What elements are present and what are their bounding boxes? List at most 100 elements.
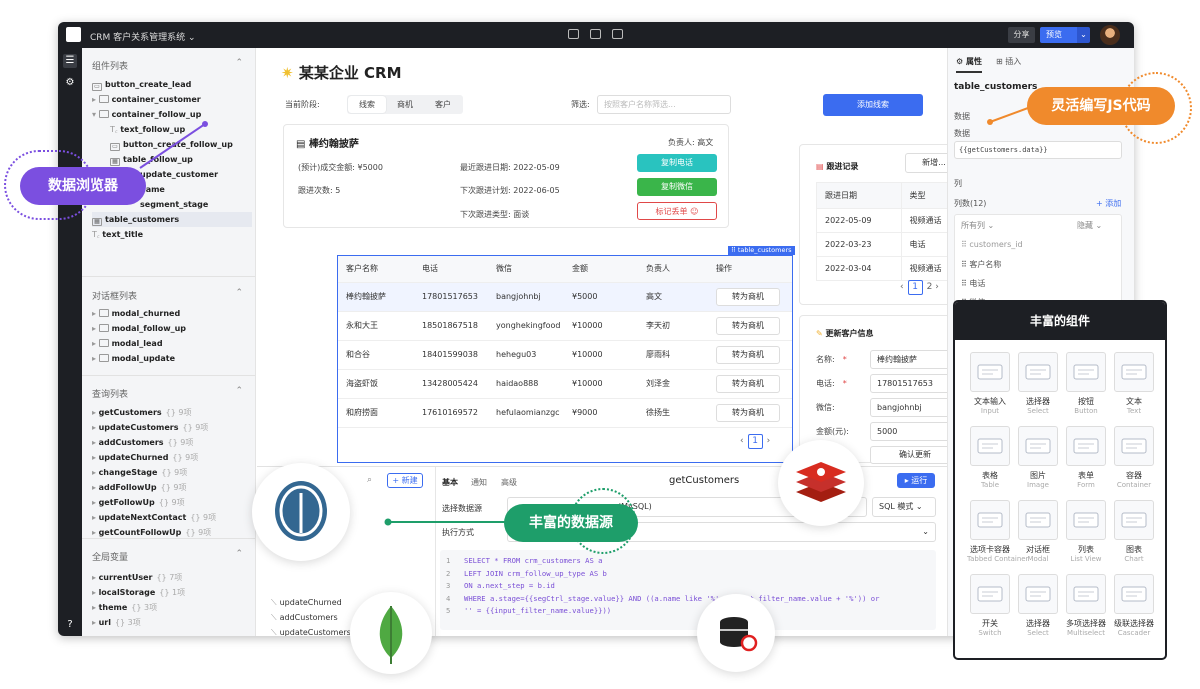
query-list-item[interactable]: ▸ updateNextContact{} 9项 [92,510,252,525]
global-var-item[interactable]: ▸ url{} 3项 [92,615,252,630]
tab-notify[interactable]: 通知 [471,477,487,488]
sql-mode-select[interactable]: SQL 模式 ⌄ [872,497,936,517]
table-row[interactable]: 棒约翰披萨 17801517653 bangjohnbj ¥5000 高文 转为商机 [338,282,792,312]
component-item[interactable]: 级联选择器 Cascader [1111,574,1157,637]
table-row[interactable]: 2022-05-09 视频通话 [816,208,965,233]
query-list-item[interactable]: ▸ addFollowUp{} 9项 [92,480,252,495]
tab-properties[interactable]: ⚙ 属性 [956,56,982,67]
column-item[interactable]: ⠿ 客户名称 [961,259,1001,270]
component-item[interactable]: 开关 Switch [967,574,1013,637]
table-row[interactable]: 永和大王 18501867518 yonghekingfood ¥10000 李天初 转为… [338,311,792,341]
collapse-icon[interactable]: ⌃ [235,288,243,298]
column-header[interactable]: 微信 [488,256,564,283]
table-pagination[interactable]: ‹ 1 › [740,434,770,449]
all-columns-select[interactable]: 所有列 ⌄ [961,220,994,231]
column-header[interactable]: 客户名称 [338,256,414,283]
component-item[interactable]: 选择器 Select [1015,352,1061,415]
gear-icon[interactable]: ⚙ [63,76,77,90]
tree-item[interactable]: ▦ table_customers [92,212,252,227]
table-row[interactable]: 海盗虾饭 13428005424 haidao888 ¥10000 刘泽金 转为商机 [338,369,792,399]
data-input[interactable]: {{getCustomers.data}} [954,141,1122,159]
column-item[interactable]: ⠿ 电话 [961,278,985,289]
tab-insert[interactable]: ⊞ 插入 [996,56,1021,67]
convert-button[interactable]: 转为商机 [716,345,780,364]
column-header[interactable]: 负责人 [638,256,708,283]
preview-dropdown-icon[interactable]: ⌄ [1077,27,1090,43]
query-list-item[interactable]: ▸ getCustomers{} 9项 [92,405,252,420]
layout-bottom-icon[interactable] [590,29,601,39]
table-customers[interactable]: 客户名称 电话 微信 金额 负责人 操作 棒约翰披萨 17801517653 bangjohnb… [337,255,793,463]
tree-item[interactable]: ▸ modal_follow_up [92,321,252,336]
query-list-item[interactable]: ▸ updateChurned{} 9项 [92,450,252,465]
table-row[interactable]: 和合谷 18401599038 hehegu03 ¥10000 廖雨科 转为商机 [338,340,792,370]
query-list-item[interactable]: ▸ updateCustomers{} 9项 [92,420,252,435]
tree-item[interactable]: ▸ container_customer [92,92,252,107]
avatar[interactable] [1100,25,1120,45]
component-item[interactable]: 对话框 Modal [1015,500,1061,563]
tree-item[interactable]: ▸ modal_update [92,351,252,366]
preview-button[interactable]: 预览 [1040,27,1077,43]
component-item[interactable]: 图表 Chart [1111,500,1157,563]
search-icon[interactable]: ⌕ [367,475,372,485]
new-query-button[interactable]: + 新建 [387,473,423,488]
global-var-item[interactable]: ▸ currentUser{} 7项 [92,570,252,585]
convert-button[interactable]: 转为商机 [716,403,780,422]
component-item[interactable]: 表格 Table [967,426,1013,489]
component-item[interactable]: 多项选择器 Multiselect [1063,574,1109,637]
component-item[interactable]: 文本 Text [1111,352,1157,415]
component-item[interactable]: 选择器 Select [1015,574,1061,637]
query-list-item[interactable]: ▸ changeStage{} 9项 [92,465,252,480]
tree-item[interactable]: ▭ button_create_lead [92,77,252,92]
convert-button[interactable]: 转为商机 [716,287,780,306]
help-icon[interactable]: ? [63,618,77,632]
tree-item[interactable]: ▸ modal_churned [92,306,252,321]
layout-right-icon[interactable] [612,29,623,39]
global-var-item[interactable]: ▸ localStorage{} 1项 [92,585,252,600]
component-item[interactable]: 表单 Form [1063,426,1109,489]
component-item[interactable]: 按钮 Button [1063,352,1109,415]
tab-customers[interactable]: 客户 [424,96,462,113]
add-column-button[interactable]: + 添加 [1096,198,1121,209]
query-item[interactable]: ⟍ updateCustomers [271,628,351,636]
tree-item[interactable]: ▸ modal_lead [92,336,252,351]
tree-item[interactable]: T꜀ text_title [92,227,252,242]
component-item[interactable]: 图片 Image [1015,426,1061,489]
app-logo-icon[interactable] [66,27,81,42]
component-item[interactable]: 容器 Container [1111,426,1157,489]
column-header[interactable]: 金额 [564,256,638,283]
table-row[interactable]: 2022-03-04 视频通话 [816,256,965,281]
sql-code-editor[interactable]: 1 SELECT * FROM crm_customers AS a 2 LEFT J… [440,550,936,630]
table-row[interactable]: 2022-03-23 电话 [816,232,965,257]
query-item[interactable]: ⟍ addCustomers [271,613,338,623]
global-var-item[interactable]: ▸ theme{} 3项 [92,600,252,615]
column-item[interactable]: ⠿ customers_id [961,240,1023,249]
share-button[interactable]: 分享 [1008,27,1035,43]
tab-basic[interactable]: 基本 [442,477,458,488]
query-list-item[interactable]: ▸ addCustomers{} 9项 [92,435,252,450]
column-header[interactable]: 操作 [708,256,792,283]
filter-input[interactable]: 按照客户名称筛选... [597,95,731,114]
convert-button[interactable]: 转为商机 [716,316,780,335]
followup-pagination[interactable]: ‹ 1 2 › [900,280,939,295]
column-header[interactable]: 电话 [414,256,488,283]
collapse-icon[interactable]: ⌃ [235,549,243,559]
convert-button[interactable]: 转为商机 [716,374,780,393]
hide-select[interactable]: 隐藏 ⌄ [1077,220,1102,231]
run-button[interactable]: ▸ 运行 [897,473,935,488]
add-lead-button[interactable]: 添加线索 [823,94,923,116]
tab-advanced[interactable]: 高级 [501,477,517,488]
app-title[interactable]: CRM 客户关系管理系统 ⌄ [90,30,196,43]
component-item[interactable]: 选项卡容器 Tabbed Container [967,500,1028,563]
tab-leads[interactable]: 线索 [348,96,386,113]
list-icon[interactable]: ☰ [63,54,77,68]
mark-lost-button[interactable]: 标记丢单 ☺ [637,202,717,220]
tab-opportunities[interactable]: 商机 [386,96,424,113]
layout-left-icon[interactable] [568,29,579,39]
component-item[interactable]: 列表 List View [1063,500,1109,563]
table-row[interactable]: 和府捞面 17610169572 hefulaomianzgc ¥9000 徐扬生 转为商… [338,398,792,428]
copy-phone-button[interactable]: 复制电话 [637,154,717,172]
collapse-icon[interactable]: ⌃ [235,386,243,396]
copy-wechat-button[interactable]: 复制微信 [637,178,717,196]
query-list-item[interactable]: ▸ getFollowUp{} 9项 [92,495,252,510]
component-item[interactable]: 文本输入 Input [967,352,1013,415]
